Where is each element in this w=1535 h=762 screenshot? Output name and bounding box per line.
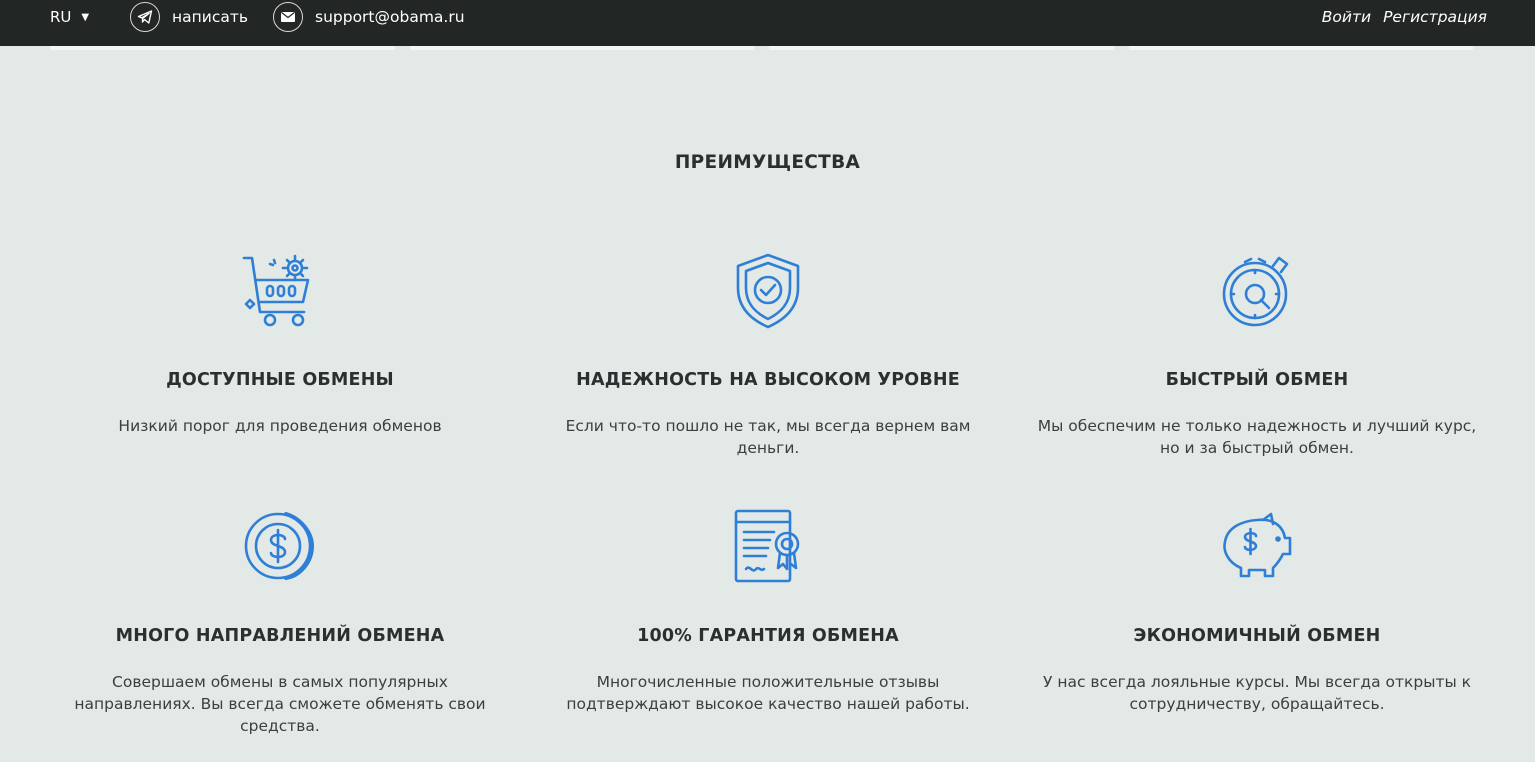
telegram-link[interactable]: написать [130,0,248,34]
feature-title: 100% ГАРАНТИЯ ОБМЕНА [637,626,899,646]
auth-links: Войти Регистрация [1322,0,1487,34]
feature-card: НАДЕЖНОСТЬ НА ВЫСОКОМ УРОВНЕ Если что-то… [538,250,998,459]
dollar-coin-icon [50,506,510,586]
stopwatch-icon [1027,250,1487,330]
shopping-cart-icon [50,250,510,330]
language-selector[interactable]: RU ▼ [50,0,89,34]
feature-description: У нас всегда лояльные курсы. Мы всегда о… [1042,673,1472,713]
envelope-icon [273,2,303,32]
card-edge [1129,46,1473,50]
feature-description: Если что-то пошло не так, мы всегда верн… [565,417,971,457]
feature-title: ЭКОНОМИЧНЫЙ ОБМЕН [1133,626,1381,646]
certificate-icon [538,506,998,586]
email-link[interactable]: support@obama.ru [273,0,465,34]
email-label: support@obama.ru [315,8,465,26]
feature-card: ЭКОНОМИЧНЫЙ ОБМЕН У нас всегда лояльные … [1027,506,1487,715]
chevron-down-icon: ▼ [81,11,90,23]
piggy-bank-icon [1027,506,1487,586]
feature-title: БЫСТРЫЙ ОБМЕН [1165,370,1349,390]
shield-check-icon [538,250,998,330]
feature-description: Совершаем обмены в самых популярных напр… [74,673,486,735]
feature-description: Низкий порог для проведения обменов [118,417,442,435]
feature-description: Мы обеспечим не только надежность и лучш… [1037,417,1477,457]
telegram-label: написать [172,8,249,26]
language-label: RU [50,8,72,26]
top-bar: RU ▼ написать support@obama.ru Войти Рег… [0,0,1535,46]
card-edge [50,46,395,50]
telegram-icon [130,2,160,32]
feature-description: Многочисленные положительные отзывы подт… [566,673,970,713]
login-link[interactable]: Войти [1322,8,1371,26]
feature-title: МНОГО НАПРАВЛЕНИЙ ОБМЕНА [115,626,445,646]
card-edge [410,46,754,50]
section-heading: ПРЕИМУЩЕСТВА [674,152,861,173]
feature-title: НАДЕЖНОСТЬ НА ВЫСОКОМ УРОВНЕ [576,370,960,390]
register-link[interactable]: Регистрация [1383,8,1487,26]
feature-card: МНОГО НАПРАВЛЕНИЙ ОБМЕНА Совершаем обмен… [50,506,510,737]
card-edge [769,46,1114,50]
feature-card: 100% ГАРАНТИЯ ОБМЕНА Многочисленные поло… [538,506,998,715]
feature-card: ДОСТУПНЫЕ ОБМЕНЫ Низкий порог для провед… [50,250,510,437]
feature-card: БЫСТРЫЙ ОБМЕН Мы обеспечим не только над… [1027,250,1487,459]
feature-title: ДОСТУПНЫЕ ОБМЕНЫ [166,370,394,390]
